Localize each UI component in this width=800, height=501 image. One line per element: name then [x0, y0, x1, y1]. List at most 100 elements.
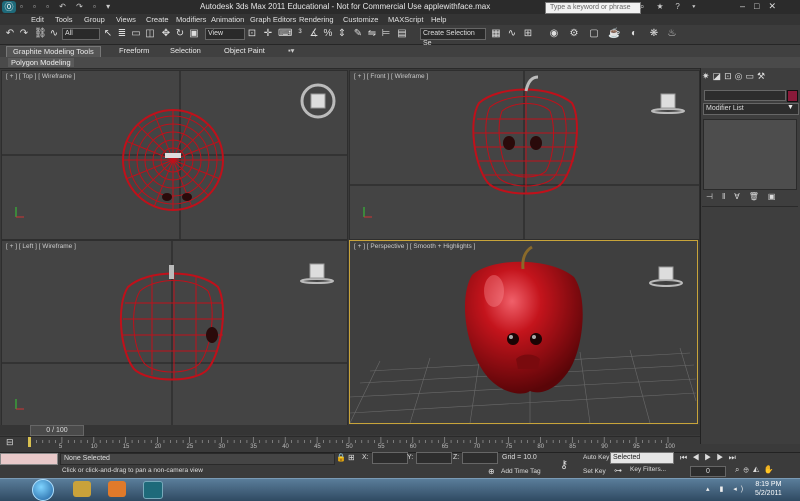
menu-help[interactable]: Help: [431, 15, 446, 24]
pan-icon[interactable]: ✋: [763, 465, 777, 474]
bind-space-warp-icon[interactable]: ∿: [48, 28, 60, 40]
viewport-navigation-controls[interactable]: ⌕⊕◭✋: [735, 465, 777, 475]
key-set-dropdown[interactable]: Selected: [610, 452, 674, 464]
modifier-list-dropdown[interactable]: Modifier List: [703, 103, 799, 115]
undo-icon[interactable]: ↶: [4, 28, 16, 40]
windows-explorer-icon[interactable]: [73, 481, 91, 497]
render-iterative-icon[interactable]: ◐: [628, 28, 640, 40]
render-teapot-icon[interactable]: ♨: [666, 28, 678, 40]
select-move-icon[interactable]: ✥: [160, 28, 172, 40]
go-to-end-icon[interactable]: ⏭: [729, 453, 741, 462]
x-coordinate-field[interactable]: [372, 452, 408, 464]
time-slider-bar[interactable]: [0, 425, 700, 435]
select-rotate-icon[interactable]: ↻: [174, 28, 186, 40]
previous-frame-icon[interactable]: ◀: [692, 453, 704, 462]
start-button-icon[interactable]: [32, 479, 54, 501]
mini-curve-editor-icon[interactable]: ⊟: [6, 437, 14, 448]
maxscript-listener-mini[interactable]: [0, 453, 58, 465]
graphite-toggle-icon[interactable]: ▦: [490, 28, 502, 40]
pivot-center-icon[interactable]: ⊡: [246, 28, 258, 40]
tab-freeform[interactable]: Freeform: [113, 46, 155, 56]
polygon-modeling-panel[interactable]: Polygon Modeling: [8, 58, 74, 67]
spinner-snap-icon[interactable]: ⇕: [336, 28, 348, 40]
viewport-left[interactable]: [ + ] [ Left ] [ Wireframe ]: [1, 240, 348, 426]
maximize-icon[interactable]: □: [754, 1, 768, 11]
key-mode-icon[interactable]: ⊶: [614, 466, 622, 475]
menu-group[interactable]: Group: [84, 15, 105, 24]
utilities-tab-icon[interactable]: ⚒: [757, 71, 768, 81]
viewport-top[interactable]: [ + ] [ Top ] [ Wireframe ]: [1, 70, 348, 240]
edit-named-selection-icon[interactable]: ✎: [352, 28, 364, 40]
menu-tools[interactable]: Tools: [55, 15, 73, 24]
lock-selection-icon[interactable]: 🔒: [336, 453, 346, 462]
configure-sets-icon[interactable]: ▣: [768, 192, 785, 201]
viewport-label-top[interactable]: [ + ] [ Top ] [ Wireframe ]: [6, 73, 75, 80]
y-coordinate-field[interactable]: [416, 452, 452, 464]
render-production-icon[interactable]: ☕: [608, 28, 620, 40]
select-manipulate-icon[interactable]: ✛: [262, 28, 274, 40]
play-icon[interactable]: ▶: [704, 453, 716, 462]
system-tray-icons[interactable]: ▴ ▮ ◂): [706, 485, 747, 493]
percent-snap-icon[interactable]: %: [322, 28, 334, 40]
window-controls[interactable]: –□✕: [740, 1, 785, 12]
pin-stack-icon[interactable]: ⊣: [706, 192, 722, 201]
key-filters-button[interactable]: Key Filters...: [630, 466, 666, 473]
add-time-tag-button[interactable]: Add Time Tag: [501, 468, 541, 475]
menu-animation[interactable]: Animation: [211, 15, 244, 24]
rectangular-selection-icon[interactable]: ▭: [130, 28, 142, 40]
tab-object-paint[interactable]: Object Paint: [218, 46, 271, 56]
named-selection-sets-dropdown[interactable]: Create Selection Se: [420, 28, 486, 47]
viewport-front[interactable]: [ + ] [ Front ] [ Wireframe ]: [349, 70, 700, 240]
tab-graphite-modeling-tools[interactable]: Graphite Modeling Tools: [6, 46, 101, 57]
make-unique-icon[interactable]: ∀: [734, 192, 748, 201]
snaps-toggle-icon[interactable]: ³: [294, 28, 306, 40]
object-name-field[interactable]: [704, 90, 786, 101]
layer-manager-icon[interactable]: ▤: [396, 28, 408, 40]
search-input[interactable]: Type a keyword or phrase: [545, 2, 641, 14]
viewport-label-perspective[interactable]: [ + ] [ Perspective ] [ Smooth + Highlig…: [354, 243, 475, 250]
display-tab-icon[interactable]: ▭: [745, 71, 757, 81]
redo-icon[interactable]: ↷: [18, 28, 30, 40]
media-player-icon[interactable]: [108, 481, 126, 497]
modifier-stack[interactable]: [703, 119, 797, 190]
select-scale-icon[interactable]: ▣: [188, 28, 200, 40]
ribbon-options-icon[interactable]: ▪▾: [282, 46, 300, 56]
absolute-mode-icon[interactable]: ⊞: [348, 453, 355, 462]
auto-key-button[interactable]: Auto Key: [583, 454, 609, 461]
menu-customize[interactable]: Customize: [343, 15, 378, 24]
field-of-view-icon[interactable]: ◭: [753, 465, 764, 474]
select-by-name-icon[interactable]: ≣: [116, 28, 128, 40]
select-link-icon[interactable]: ⛓: [34, 28, 47, 40]
menu-edit[interactable]: Edit: [31, 15, 44, 24]
selection-filter-dropdown[interactable]: All: [62, 28, 100, 40]
remove-modifier-icon[interactable]: 🗑: [749, 192, 768, 201]
viewport-perspective[interactable]: [ + ] [ Perspective ] [ Smooth + Highlig…: [349, 240, 698, 424]
select-object-icon[interactable]: ↖: [102, 28, 114, 40]
motion-tab-icon[interactable]: ◎: [735, 71, 746, 81]
menu-graph-editors[interactable]: Graph Editors: [250, 15, 296, 24]
time-slider-thumb[interactable]: 0 / 100: [30, 425, 84, 436]
minimize-icon[interactable]: –: [740, 1, 754, 11]
next-frame-icon[interactable]: ▶: [716, 453, 728, 462]
align-icon[interactable]: ⊨: [380, 28, 392, 40]
render-setup-icon[interactable]: ⚙: [568, 28, 580, 40]
z-coordinate-field[interactable]: [462, 452, 498, 464]
create-tab-icon[interactable]: ✷: [702, 71, 713, 81]
object-color-swatch[interactable]: [787, 90, 798, 102]
modifier-stack-tools[interactable]: ⊣‖∀🗑▣: [706, 192, 784, 201]
window-crossing-icon[interactable]: ◫: [144, 28, 156, 40]
show-end-result-icon[interactable]: ‖: [722, 192, 734, 201]
hierarchy-tab-icon[interactable]: ⊡: [724, 71, 735, 81]
schematic-view-icon[interactable]: ⊞: [522, 28, 534, 40]
zoom-all-icon[interactable]: ⊕: [743, 465, 752, 474]
menu-create[interactable]: Create: [146, 15, 169, 24]
curve-editor-icon[interactable]: ∿: [506, 28, 518, 40]
angle-snap-icon[interactable]: ∡: [308, 28, 320, 40]
playback-controls[interactable]: ⏮◀▶▶⏭: [680, 453, 741, 463]
viewport-label-left[interactable]: [ + ] [ Left ] [ Wireframe ]: [6, 243, 76, 250]
info-center-icons[interactable]: ⌕ ★ ? ▾: [640, 2, 700, 12]
quick-access-toolbar[interactable]: ▫ ▫ ▫ ↶ ↷ ▫ ▾: [20, 2, 114, 11]
key-icon[interactable]: ⚷: [560, 458, 568, 471]
current-frame-field[interactable]: 0: [690, 466, 726, 477]
modify-tab-icon[interactable]: ◪: [713, 71, 725, 81]
